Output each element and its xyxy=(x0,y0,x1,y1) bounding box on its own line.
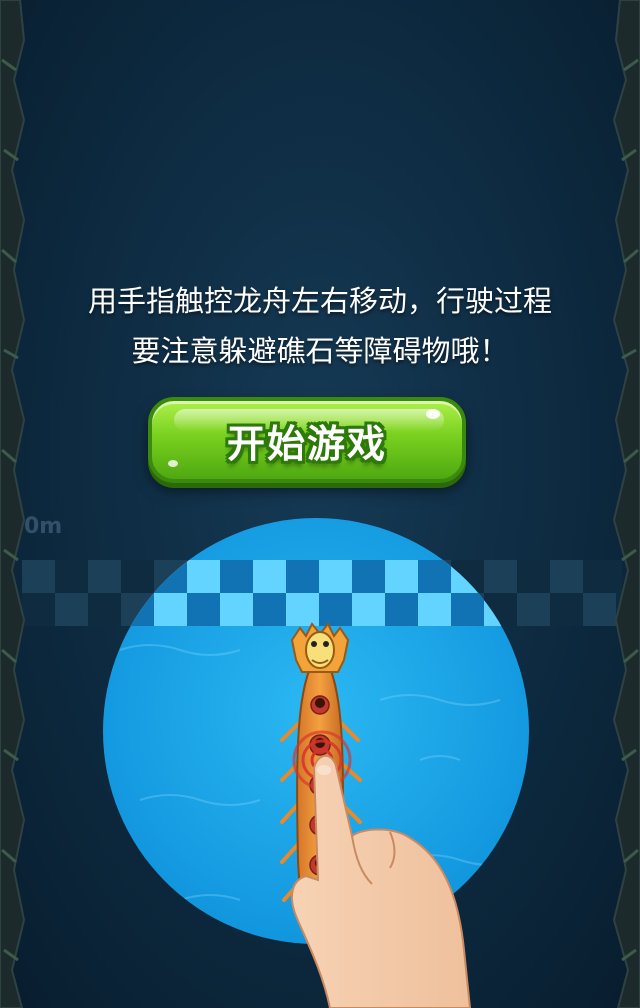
left-rock-wall xyxy=(0,0,26,1008)
distance-counter: 0m xyxy=(24,514,63,539)
dragon-head-icon xyxy=(290,622,350,673)
button-highlight xyxy=(168,460,178,467)
button-highlight xyxy=(426,409,440,419)
instructions-line-2: 要注意躲避礁石等障碍物哦！ xyxy=(131,334,509,368)
start-game-button[interactable]: 开始游戏 xyxy=(148,397,466,483)
game-scene xyxy=(0,0,640,1008)
start-game-label: 开始游戏 xyxy=(226,421,387,466)
instructions-text: 用手指触控龙舟左右移动，行驶过程 要注意躲避礁石等障碍物哦！ xyxy=(40,276,600,376)
right-rock-wall xyxy=(612,0,640,1008)
game-screen: 用手指触控龙舟左右移动，行驶过程 要注意躲避礁石等障碍物哦！ 开始游戏 0m xyxy=(0,0,640,1008)
instructions-line-1: 用手指触控龙舟左右移动，行驶过程 xyxy=(87,284,552,318)
